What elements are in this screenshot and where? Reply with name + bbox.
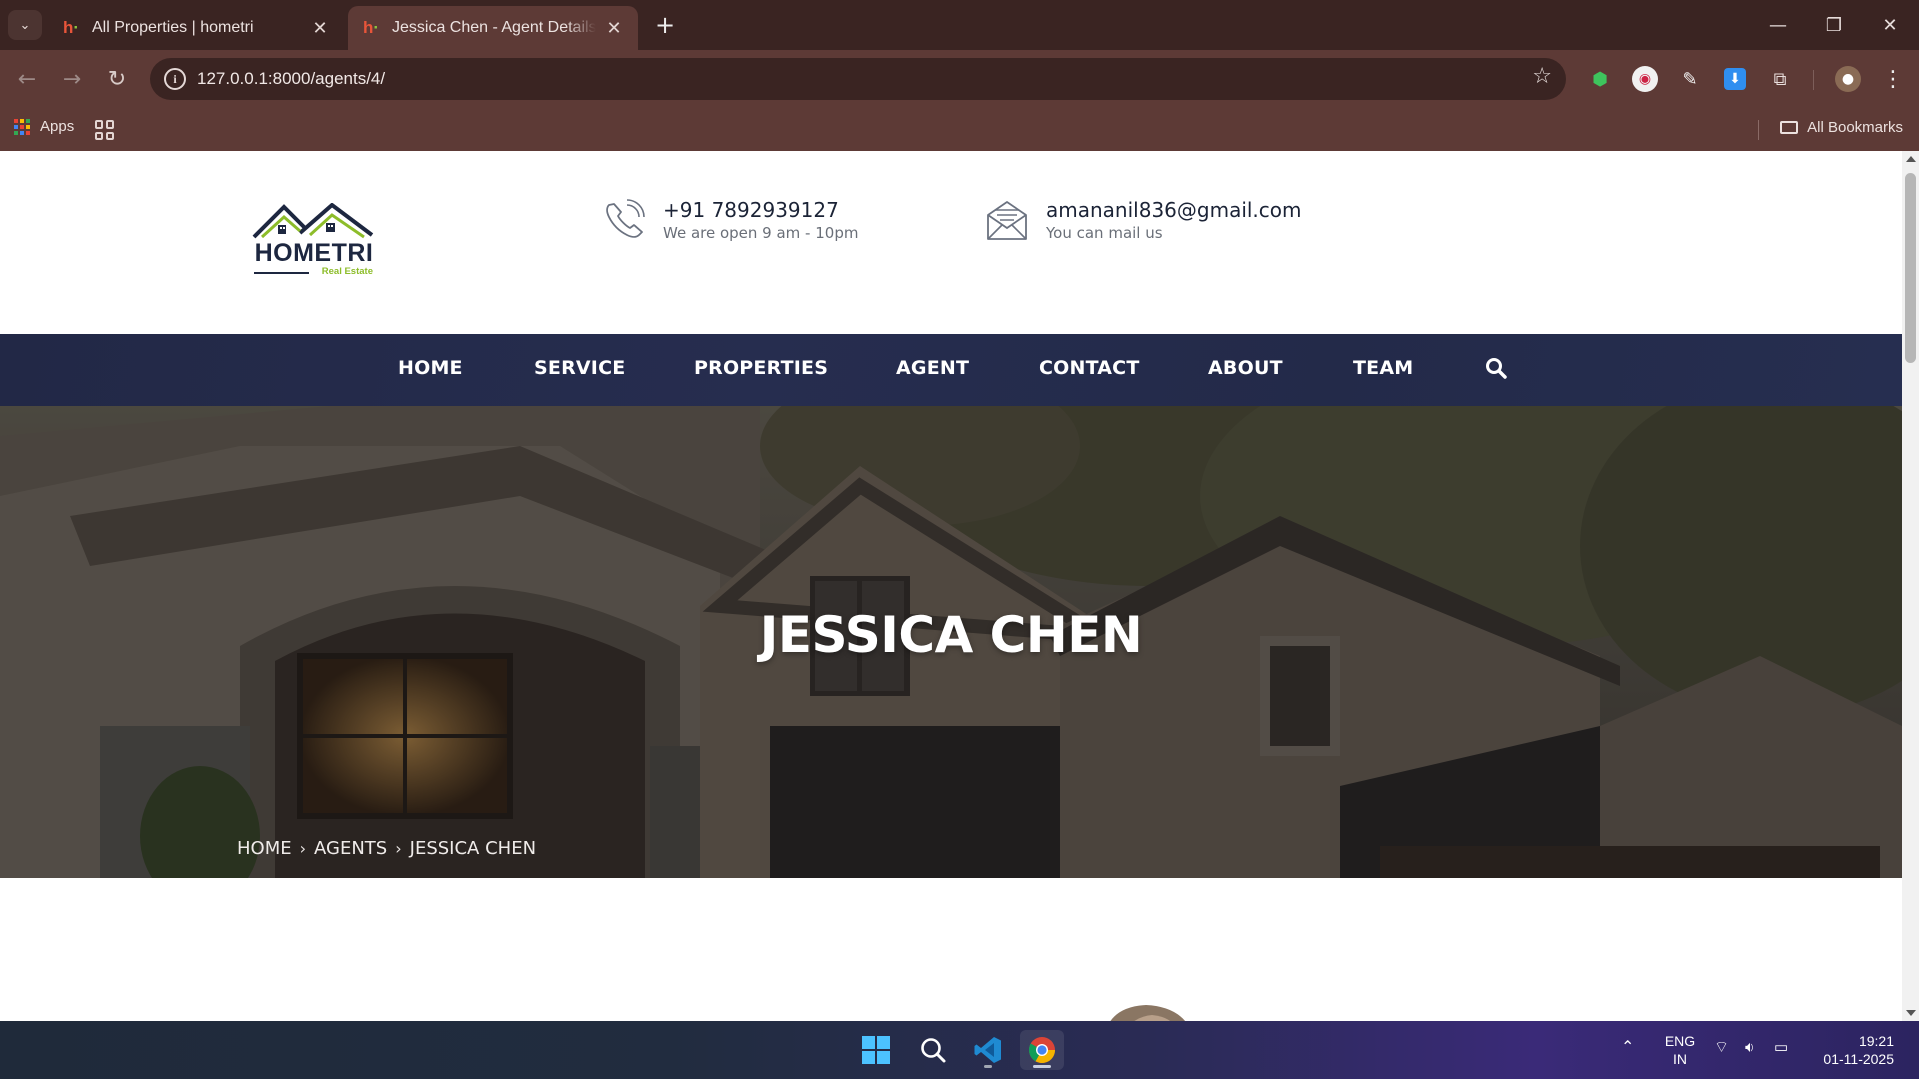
tab-groups-icon[interactable] <box>95 120 115 140</box>
eyedropper-extension-icon[interactable]: ✎ <box>1677 66 1703 92</box>
region-code: IN <box>1673 1051 1687 1067</box>
house-roof-logo-icon <box>252 202 374 239</box>
folder-icon <box>1780 121 1799 134</box>
address-bar[interactable]: i 127.0.0.1:8000/agents/4/ ☆ <box>150 58 1566 100</box>
search-icon[interactable] <box>911 1030 955 1070</box>
logo-underline <box>254 272 309 274</box>
email-note: You can mail us <box>1046 224 1163 242</box>
scroll-down-icon[interactable] <box>1906 1010 1916 1016</box>
apps-bookmark[interactable]: Apps <box>14 118 74 135</box>
tab-all-properties[interactable]: h · All Properties | hometri ✕ <box>48 6 344 50</box>
search-icon[interactable] <box>1484 356 1508 380</box>
download-icon[interactable]: ⬇ <box>1724 68 1746 90</box>
volume-icon[interactable]: 🔉︎ <box>1745 1039 1754 1057</box>
scroll-thumb[interactable] <box>1905 173 1916 363</box>
close-window-icon[interactable]: ✕ <box>1870 8 1910 42</box>
all-bookmarks-label: All Bookmarks <box>1807 119 1903 136</box>
running-indicator <box>984 1065 992 1068</box>
main-navigation: HOME SERVICE PROPERTIES AGENT CONTACT AB… <box>0 334 1902 406</box>
opening-hours: We are open 9 am - 10pm <box>663 224 859 242</box>
language-code: ENG <box>1664 1033 1696 1049</box>
browser-menu-icon[interactable]: ⋮ <box>1880 66 1906 92</box>
site-info-icon[interactable]: i <box>164 68 186 90</box>
nav-about[interactable]: ABOUT <box>1208 357 1283 379</box>
header-phone: +91 7892939127 We are open 9 am - 10pm <box>601 197 858 243</box>
extensions-puzzle-icon[interactable]: ⧉ <box>1767 66 1793 92</box>
hero-banner: JESSICA CHEN HOME › AGENTS › JESSICA CHE… <box>0 406 1902 878</box>
email-address[interactable]: amananil836@gmail.com <box>1046 197 1302 223</box>
mail-envelope-icon <box>987 201 1027 240</box>
page-viewport: HOMETRI Real Estate +91 7892939127 We ar… <box>0 151 1902 1021</box>
nav-home[interactable]: HOME <box>398 357 463 379</box>
forward-icon[interactable]: → <box>55 62 89 96</box>
vscode-icon[interactable] <box>966 1030 1010 1070</box>
tab-title: Jessica Chen - Agent Details | hometri <box>392 19 596 36</box>
nav-team[interactable]: TEAM <box>1353 357 1413 379</box>
hometri-favicon-icon: h · <box>62 18 80 37</box>
chevron-right-icon: › <box>299 839 307 858</box>
hometri-favicon-icon: h · <box>362 18 380 37</box>
extension-circle-icon[interactable]: ◉ <box>1632 66 1658 92</box>
chevron-right-icon: › <box>395 839 402 858</box>
toolbar-divider <box>1813 70 1814 90</box>
nav-contact[interactable]: CONTACT <box>1039 357 1140 379</box>
nav-agent[interactable]: AGENT <box>896 357 969 379</box>
apps-grid-icon <box>14 118 30 135</box>
apps-label: Apps <box>40 118 75 135</box>
new-tab-button[interactable]: + <box>650 10 680 40</box>
clock-time: 19:21 <box>1858 1033 1894 1049</box>
logo-wordmark: HOMETRI <box>254 239 374 267</box>
active-indicator <box>1033 1065 1051 1068</box>
restore-icon[interactable]: ❐ <box>1814 8 1854 42</box>
tab-close-icon[interactable]: ✕ <box>310 18 330 39</box>
tab-search-dropdown[interactable]: ⌄ <box>8 10 42 40</box>
page-scrollbar[interactable] <box>1902 151 1919 1021</box>
breadcrumb: HOME › AGENTS › JESSICA CHEN <box>237 838 536 859</box>
logo-tagline: Real Estate <box>321 266 373 277</box>
bookmark-star-icon[interactable]: ☆ <box>1532 64 1552 89</box>
windows-taskbar: ⌃ ENG IN ⌔ 🔉︎ ▭ 19:21 01-11-2025 <box>0 1021 1919 1079</box>
windows-start-icon[interactable] <box>854 1030 898 1070</box>
breadcrumb-current: JESSICA CHEN <box>409 838 537 859</box>
profile-avatar-icon[interactable]: ● <box>1835 66 1861 92</box>
url-text[interactable]: 127.0.0.1:8000/agents/4/ <box>197 69 385 89</box>
chrome-icon[interactable] <box>1020 1030 1064 1070</box>
scroll-up-icon[interactable] <box>1906 156 1916 162</box>
clock[interactable]: 19:21 01-11-2025 <box>1808 1032 1894 1068</box>
breadcrumb-home[interactable]: HOME <box>237 838 292 859</box>
tab-close-icon[interactable]: ✕ <box>604 18 624 39</box>
reload-icon[interactable]: ↻ <box>100 62 134 96</box>
agent-photo <box>1110 1005 1186 1021</box>
tray-overflow-chevron-icon[interactable]: ⌃ <box>1621 1039 1634 1057</box>
tab-agent-details[interactable]: h· Jessica Chen - Agent Details | hometr… <box>348 6 638 50</box>
tab-title: All Properties | hometri <box>92 19 254 36</box>
language-indicator[interactable]: ENG IN <box>1660 1032 1700 1068</box>
shield-extension-icon[interactable]: ⬢ <box>1587 66 1613 92</box>
wifi-icon[interactable]: ⌔ <box>1714 1039 1729 1057</box>
browser-toolbar: ← → ↻ i 127.0.0.1:8000/agents/4/ ☆ ⬢ ◉ ✎… <box>0 50 1919 108</box>
hometri-logo[interactable]: HOMETRI Real Estate <box>252 202 376 279</box>
minimize-icon[interactable]: — <box>1758 8 1798 42</box>
bookmarks-divider <box>1758 120 1759 140</box>
breadcrumb-agents[interactable]: AGENTS <box>314 838 387 859</box>
phone-icon <box>606 199 645 238</box>
phone-number[interactable]: +91 7892939127 <box>663 197 858 223</box>
browser-tab-bar: ⌄ h · All Properties | hometri ✕ h · Jessi… <box>0 0 1919 50</box>
site-header: HOMETRI Real Estate +91 7892939127 We ar… <box>0 151 1902 334</box>
all-bookmarks-button[interactable]: All Bookmarks <box>1780 119 1903 136</box>
bookmarks-bar: Apps All Bookmarks <box>0 108 1919 151</box>
back-icon[interactable]: ← <box>10 62 44 96</box>
nav-properties[interactable]: PROPERTIES <box>694 357 828 379</box>
header-email: amananil836@gmail.com You can mail us <box>984 197 1302 243</box>
agent-name-title: JESSICA CHEN <box>759 606 1143 664</box>
nav-service[interactable]: SERVICE <box>534 357 625 379</box>
clock-date: 01-11-2025 <box>1823 1051 1894 1067</box>
battery-icon[interactable]: ▭ <box>1774 1039 1788 1057</box>
